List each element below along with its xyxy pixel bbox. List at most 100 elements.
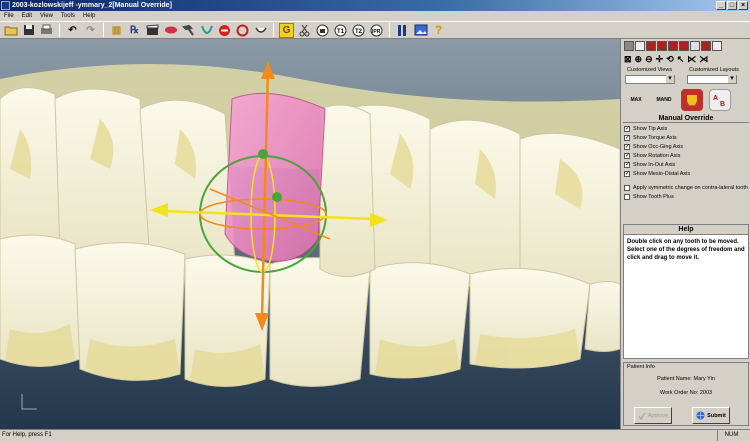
svg-text:T2: T2 <box>355 29 363 35</box>
show-occ-ging-axis-checkbox[interactable]: ✓ Show Occ-Ging Axis <box>624 144 683 150</box>
menu-tools[interactable]: Tools <box>61 11 75 21</box>
teeth-model[interactable] <box>0 39 620 429</box>
stop-icon[interactable] <box>217 23 232 38</box>
open-folder-icon[interactable] <box>3 23 18 38</box>
arch-icon[interactable] <box>199 23 214 38</box>
zoom-out-icon[interactable]: ⊖ <box>645 54 653 65</box>
tooth <box>54 88 151 265</box>
3d-viewport[interactable] <box>0 39 620 429</box>
selected-tooth <box>224 92 326 262</box>
t2-icon[interactable]: T2 <box>351 23 366 38</box>
maximize-button[interactable]: □ <box>727 1 737 10</box>
window-title: 2003-kozlowskijeff -ymmary_2[Manual Over… <box>12 2 172 9</box>
tool-icons-row: ⊠ ⊕ ⊖ ✛ ⟲ ↖ ⋉ ⋊ <box>624 54 708 65</box>
view-icons-row <box>624 41 723 51</box>
gum-view-icon[interactable] <box>701 41 711 51</box>
right-panel: ⊠ ⊕ ⊖ ✛ ⟲ ↖ ⋉ ⋊ Customized Views Customi… <box>620 39 750 429</box>
toolbar: ↶ ↷ ▥ ℞ G T1 T2 IPR ? <box>0 21 750 39</box>
show-mesio-distal-axis-checkbox[interactable]: ✓ Show Mesio-Distal Axis <box>624 171 690 177</box>
show-rotation-axis-checkbox[interactable]: ✓ Show Rotation Axis <box>624 153 680 159</box>
apply-symmetric-checkbox[interactable]: Apply symmetric change on contra-lateral… <box>624 185 748 191</box>
rotate-view-icon[interactable]: ⟲ <box>666 54 674 65</box>
save-icon[interactable] <box>21 23 36 38</box>
submit-button[interactable]: Submit <box>692 407 730 424</box>
measure-icon[interactable]: ⋊ <box>699 54 708 65</box>
close-button[interactable]: × <box>738 1 748 10</box>
redo-icon[interactable]: ↷ <box>83 23 98 38</box>
picture-icon[interactable] <box>413 23 428 38</box>
book-icon[interactable]: ▥ <box>109 23 124 38</box>
status-bar: For Help, press F1 NUM <box>0 429 750 441</box>
clapper-icon[interactable] <box>145 23 160 38</box>
measure-icon[interactable]: ⋉ <box>687 54 696 65</box>
tooth <box>319 104 376 277</box>
svg-text:T1: T1 <box>337 29 345 35</box>
rotate-icon[interactable] <box>235 23 250 38</box>
manual-override-title: Manual Override <box>623 114 749 123</box>
print-icon[interactable] <box>39 23 54 38</box>
customized-views-label: Customized Views <box>627 67 673 73</box>
show-torque-axis-checkbox[interactable]: ✓ Show Torque Axis <box>624 135 677 141</box>
globe-icon <box>696 411 705 420</box>
pan-icon[interactable]: ✛ <box>656 54 664 65</box>
arch-view-icon[interactable] <box>690 41 700 51</box>
patient-name: Patient Name: Mary Yin <box>657 376 715 382</box>
patient-info-box: Patient Info Patient Name: Mary Yin Work… <box>623 362 749 426</box>
tooth-view-icon[interactable] <box>635 41 645 51</box>
app-icon <box>1 1 10 10</box>
red-view-icon[interactable] <box>657 41 667 51</box>
help-box: Help Double click on any tooth to be mov… <box>623 224 749 359</box>
num-lock-indicator: NUM <box>717 430 745 441</box>
application-window: 2003-kozlowskijeff -ymmary_2[Manual Over… <box>0 0 750 441</box>
customized-layouts-select[interactable] <box>687 74 737 84</box>
tooth-view-icon[interactable] <box>624 41 634 51</box>
help-title: Help <box>624 225 748 235</box>
customized-views-select[interactable] <box>625 74 675 84</box>
approve-button[interactable]: Approve <box>634 407 672 424</box>
t1-icon[interactable]: T1 <box>333 23 348 38</box>
tooth <box>584 281 620 352</box>
customized-layouts-label: Customized Layouts <box>689 67 739 73</box>
status-text: For Help, press F1 <box>2 432 52 438</box>
tooth-icon[interactable] <box>315 23 330 38</box>
undo-icon[interactable]: ↶ <box>65 23 80 38</box>
red-view-icon[interactable] <box>646 41 656 51</box>
tooth-view-icon[interactable] <box>712 41 722 51</box>
title-bar: 2003-kozlowskijeff -ymmary_2[Manual Over… <box>0 0 750 11</box>
show-in-out-axis-checkbox[interactable]: ✓ Show In-Out Axis <box>624 162 675 168</box>
work-order: Work Order No: 2003 <box>659 390 713 396</box>
cut-icon[interactable] <box>297 23 312 38</box>
menu-view[interactable]: View <box>40 11 53 21</box>
pointer-icon[interactable]: ↖ <box>677 54 685 65</box>
tooth <box>269 257 371 387</box>
stage-icon[interactable] <box>395 23 410 38</box>
prescription-icon[interactable]: ℞ <box>127 23 142 38</box>
menu-bar: File Edit View Tools Help <box>0 11 750 21</box>
ipr-icon[interactable]: IPR <box>369 23 384 38</box>
svg-text:B: B <box>720 101 725 108</box>
hammer-icon[interactable] <box>181 23 196 38</box>
menu-edit[interactable]: Edit <box>22 11 32 21</box>
smile-icon[interactable] <box>253 23 268 38</box>
show-tooth-plus-checkbox[interactable]: Show Tooth Plus <box>624 194 674 200</box>
red-view-icon[interactable] <box>668 41 678 51</box>
tooth <box>429 119 521 287</box>
help-text: Double click on any tooth to be moved. S… <box>627 239 745 261</box>
patient-info-label: Patient Info <box>627 364 655 370</box>
menu-help[interactable]: Help <box>83 11 95 21</box>
menu-file[interactable]: File <box>4 11 14 21</box>
mand-arch-icon[interactable]: MAND <box>653 89 675 111</box>
svg-text:IPR: IPR <box>372 29 381 35</box>
max-arch-icon[interactable]: MAX <box>625 89 647 111</box>
svg-text:A: A <box>713 95 718 102</box>
red-view-icon[interactable] <box>679 41 689 51</box>
minimize-button[interactable]: _ <box>716 1 726 10</box>
ab-compare-icon[interactable]: AB <box>709 89 731 111</box>
lips-icon[interactable] <box>163 23 178 38</box>
zoom-fit-icon[interactable]: ⊠ <box>624 54 632 65</box>
zoom-in-icon[interactable]: ⊕ <box>635 54 643 65</box>
tooth-red-icon[interactable] <box>681 89 703 111</box>
gold-icon[interactable]: G <box>279 22 294 38</box>
help-icon[interactable]: ? <box>431 23 446 38</box>
show-tip-axis-checkbox[interactable]: ✓ Show Tip Axis <box>624 126 667 132</box>
